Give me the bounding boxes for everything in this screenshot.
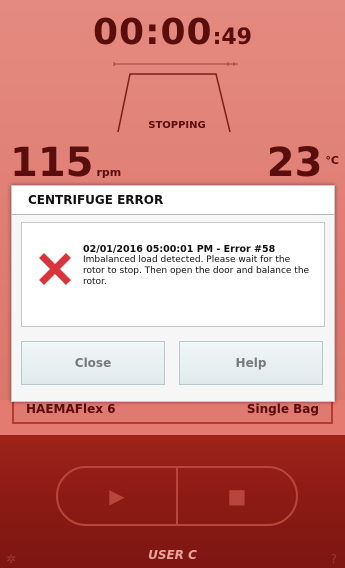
- run-state-label: STOPPING: [148, 120, 206, 131]
- stop-button[interactable]: ■: [178, 468, 296, 524]
- error-message: Imbalanced load detected. Please wait fo…: [83, 255, 310, 287]
- error-details: 02/01/2016 05:00:01 PM - Error #58 Imbal…: [83, 244, 313, 288]
- centrifuge-screen: 00:00:49 STOPPING 115 rpm 23 °C HAEMAFlex …: [0, 0, 345, 568]
- timer-main: 00:00: [92, 12, 213, 53]
- current-user[interactable]: USER C: [0, 548, 345, 562]
- error-x-icon: [39, 253, 71, 285]
- close-button[interactable]: Close: [21, 341, 165, 385]
- play-icon: ▶: [109, 484, 125, 508]
- speed-readout: 115 rpm: [10, 140, 121, 186]
- temperature-unit: °C: [325, 154, 339, 167]
- timer-seconds: :49: [212, 25, 252, 50]
- dialog-title: CENTRIFUGE ERROR: [12, 186, 334, 215]
- start-button[interactable]: ▶: [58, 468, 176, 524]
- rotor-name: HAEMAFlex 6: [26, 402, 116, 416]
- speed-value: 115: [10, 140, 94, 186]
- speed-unit: rpm: [96, 166, 122, 179]
- stop-icon: ■: [227, 484, 247, 508]
- dialog-message-box: 02/01/2016 05:00:01 PM - Error #58 Imbal…: [21, 222, 325, 327]
- help-button[interactable]: Help: [179, 341, 323, 385]
- error-heading: 02/01/2016 05:00:01 PM - Error #58: [83, 244, 276, 255]
- temperature-readout: 23 °C: [267, 140, 339, 186]
- error-dialog: CENTRIFUGE ERROR 02/01/2016 05:00:01 PM …: [11, 185, 335, 402]
- run-controls: ▶ ■: [56, 466, 298, 526]
- program-mode: Single Bag: [246, 402, 319, 416]
- temperature-value: 23: [266, 140, 323, 186]
- dialog-actions: Close Help: [21, 341, 323, 385]
- run-timer: 00:00:49: [0, 12, 345, 53]
